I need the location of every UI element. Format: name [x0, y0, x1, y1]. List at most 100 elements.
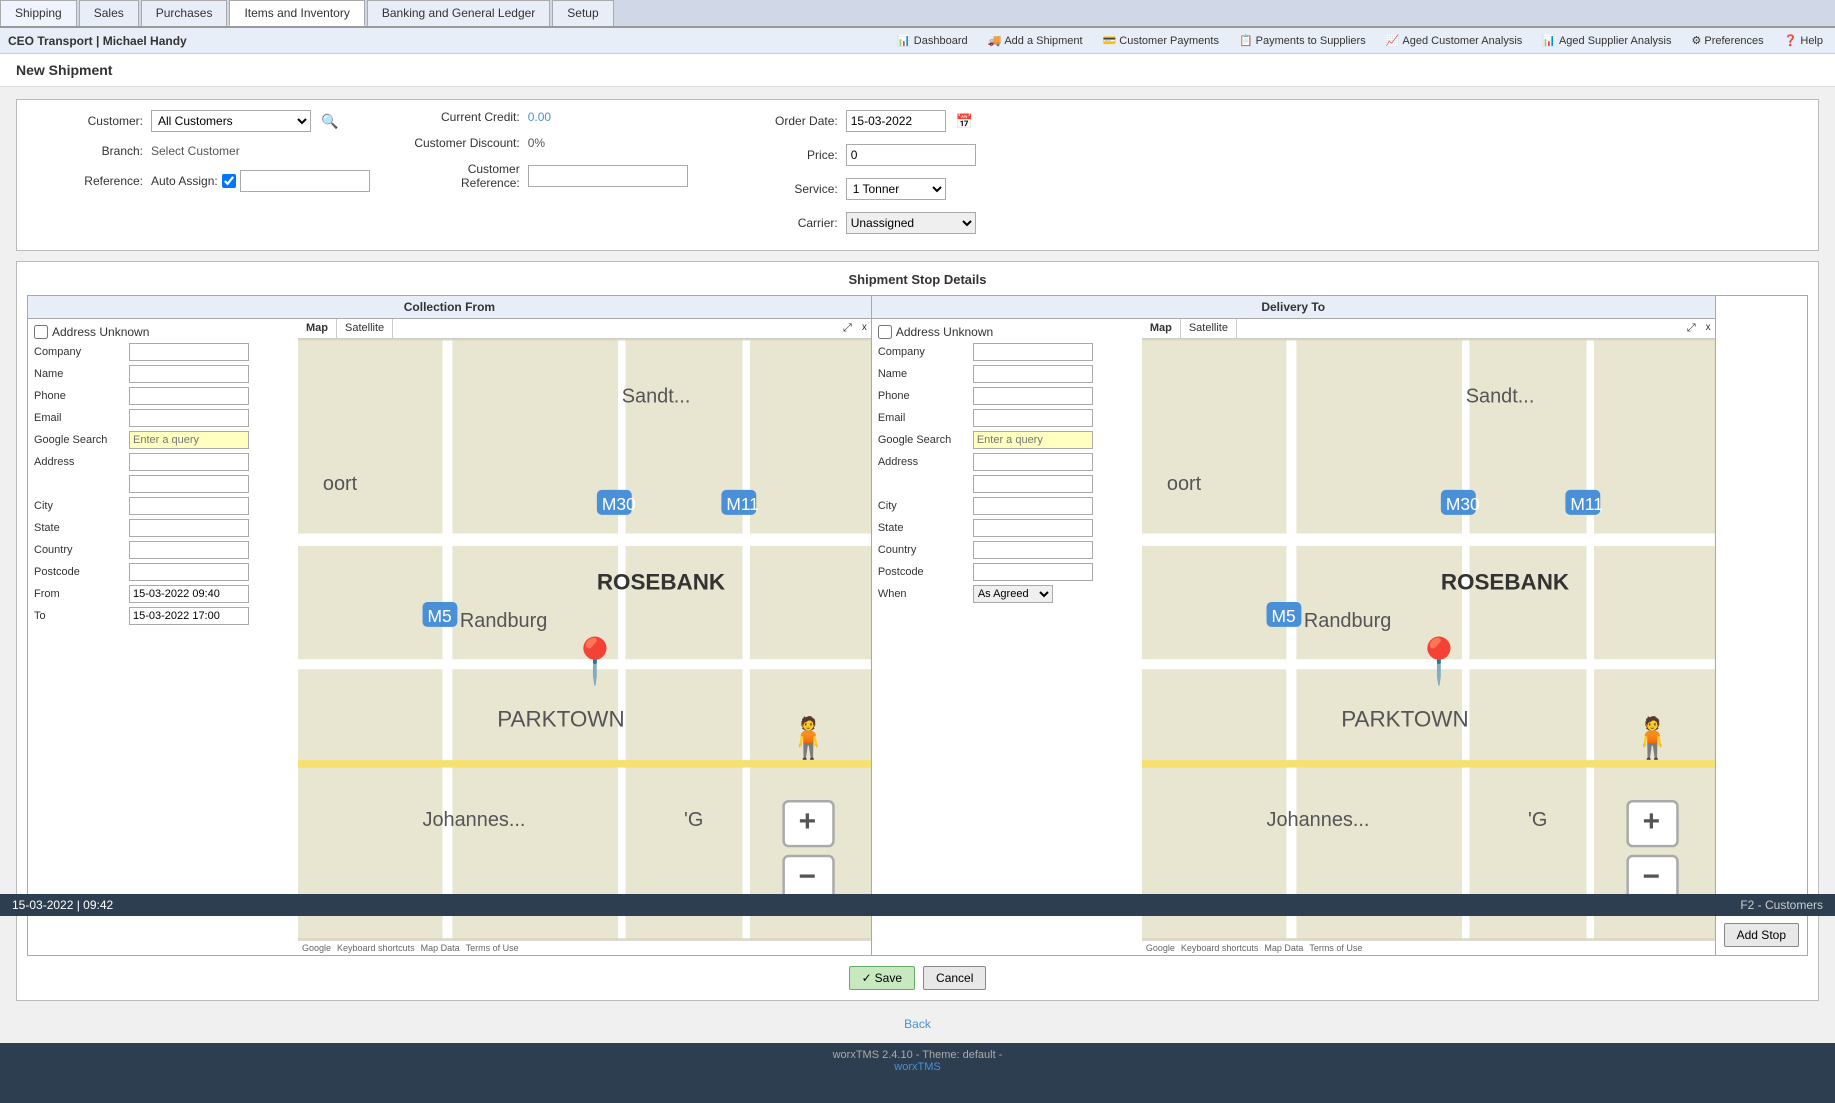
delivery-address-input[interactable]	[973, 453, 1093, 471]
svg-text:'G: 'G	[1528, 809, 1547, 831]
collection-phone-label: Phone	[34, 390, 129, 402]
collection-to-input[interactable]	[129, 607, 249, 625]
delivery-state-input[interactable]	[973, 519, 1093, 537]
customer-reference-input[interactable]	[528, 165, 688, 187]
collection-keyboard-shortcuts[interactable]: Keyboard shortcuts	[337, 943, 415, 953]
collection-postcode-label: Postcode	[34, 566, 129, 578]
nav-add-shipment[interactable]: 🚚 Add a Shipment	[984, 32, 1087, 49]
nav-preferences[interactable]: ⚙ Preferences	[1687, 32, 1767, 49]
delivery-when-row: When As Agreed Morning Afternoon Evening	[878, 585, 1136, 603]
customer-reference-row: Customer Reference:	[410, 162, 688, 190]
collection-name-input[interactable]	[129, 365, 249, 383]
delivery-fields: Address Unknown Company Name Phone	[872, 319, 1142, 955]
delivery-map-area: oort Sandt... ROSEBANK Randburg PARKTOWN…	[1142, 339, 1715, 940]
nav-dashboard[interactable]: 📊 Dashboard	[893, 32, 972, 49]
current-credit-row: Current Credit: 0.00	[410, 110, 688, 124]
collection-city-input[interactable]	[129, 497, 249, 515]
delivery-name-input[interactable]	[973, 365, 1093, 383]
save-label: Save	[875, 971, 902, 985]
tab-banking[interactable]: Banking and General Ledger	[367, 0, 550, 26]
customer-search-icon[interactable]: 🔍	[321, 113, 338, 130]
collection-address-row: Address	[34, 453, 292, 471]
delivery-map-expand[interactable]: ⤢	[1681, 319, 1702, 338]
add-stop-button[interactable]: Add Stop	[1724, 923, 1799, 947]
delivery-header: Delivery To	[872, 296, 1715, 319]
delivery-country-input[interactable]	[973, 541, 1093, 559]
calendar-icon[interactable]: 📅	[956, 113, 973, 130]
delivery-map-x: x	[1702, 319, 1715, 338]
delivery-city-input[interactable]	[973, 497, 1093, 515]
nav-payments-suppliers-label: Payments to Suppliers	[1256, 35, 1366, 47]
collection-country-input[interactable]	[129, 541, 249, 559]
collection-email-input[interactable]	[129, 409, 249, 427]
tab-shipping[interactable]: Shipping	[0, 0, 77, 26]
svg-text:🧍: 🧍	[1627, 714, 1677, 760]
delivery-country-label: Country	[878, 544, 973, 556]
delivery-col: Delivery To Address Unknown Company	[872, 296, 1716, 955]
form-col-2: Current Credit: 0.00 Customer Discount: …	[410, 110, 688, 240]
order-date-input[interactable]	[846, 110, 946, 132]
customer-select[interactable]: All Customers	[151, 110, 311, 132]
service-row: Service: 1 Tonner 2 Tonner 3 Tonner	[728, 178, 976, 200]
delivery-address-unknown-checkbox[interactable]	[878, 325, 892, 339]
delivery-address2-input[interactable]	[973, 475, 1093, 493]
delivery-company-input[interactable]	[973, 343, 1093, 361]
tab-items-inventory[interactable]: Items and Inventory	[229, 0, 364, 26]
nav-aged-supplier[interactable]: 📊 Aged Supplier Analysis	[1538, 32, 1675, 49]
nav-customer-payments[interactable]: 💳 Customer Payments	[1099, 32, 1223, 49]
collection-google-input[interactable]	[129, 431, 249, 449]
price-input[interactable]	[846, 144, 976, 166]
collection-name-label: Name	[34, 368, 129, 380]
collection-state-input[interactable]	[129, 519, 249, 537]
collection-google-label: Google Search	[34, 434, 129, 446]
delivery-terms[interactable]: Terms of Use	[1309, 943, 1362, 953]
collection-body: Address Unknown Company Name Phone	[28, 319, 871, 955]
collection-address-unknown-checkbox[interactable]	[34, 325, 48, 339]
delivery-phone-input[interactable]	[973, 387, 1093, 405]
collection-phone-row: Phone	[34, 387, 292, 405]
customer-label: Customer:	[33, 114, 143, 128]
cancel-button[interactable]: Cancel	[923, 966, 986, 990]
delivery-email-input[interactable]	[973, 409, 1093, 427]
service-select[interactable]: 1 Tonner 2 Tonner 3 Tonner	[846, 178, 946, 200]
delivery-satellite-tab[interactable]: Satellite	[1181, 319, 1237, 338]
order-date-label: Order Date:	[728, 114, 838, 128]
tab-purchases[interactable]: Purchases	[141, 0, 228, 26]
delivery-address-label: Address	[878, 456, 973, 468]
footer-link[interactable]: worxTMS	[894, 1061, 940, 1073]
delivery-postcode-input[interactable]	[973, 563, 1093, 581]
tab-bar: Shipping Sales Purchases Items and Inven…	[0, 0, 1835, 28]
address-unknown-label-del: Address Unknown	[896, 325, 993, 339]
company-title: CEO Transport | Michael Handy	[8, 34, 187, 48]
collection-from-input[interactable]	[129, 585, 249, 603]
collection-terms[interactable]: Terms of Use	[466, 943, 519, 953]
collection-city-label: City	[34, 500, 129, 512]
delivery-keyboard-shortcuts[interactable]: Keyboard shortcuts	[1181, 943, 1259, 953]
collection-address2-input[interactable]	[129, 475, 249, 493]
delivery-state-label: State	[878, 522, 973, 534]
nav-help[interactable]: ❓ Help	[1780, 32, 1827, 49]
svg-text:Johannes...: Johannes...	[423, 809, 526, 831]
delivery-when-select[interactable]: As Agreed Morning Afternoon Evening	[973, 585, 1053, 603]
save-button[interactable]: ✓ Save	[849, 966, 915, 990]
collection-map-expand[interactable]: ⤢	[837, 319, 858, 338]
nav-dashboard-label: Dashboard	[914, 35, 968, 47]
auto-assign-checkbox[interactable]	[222, 174, 236, 188]
collection-company-input[interactable]	[129, 343, 249, 361]
nav-payments-suppliers[interactable]: 📋 Payments to Suppliers	[1235, 32, 1370, 49]
collection-map-tab[interactable]: Map	[298, 319, 337, 338]
collection-phone-input[interactable]	[129, 387, 249, 405]
back-link[interactable]: Back	[904, 1017, 931, 1031]
delivery-map-tab[interactable]: Map	[1142, 319, 1181, 338]
nav-aged-customer[interactable]: 📈 Aged Customer Analysis	[1382, 32, 1527, 49]
collection-satellite-tab[interactable]: Satellite	[337, 319, 393, 338]
reference-input[interactable]	[240, 170, 370, 192]
delivery-map-data: Map Data	[1264, 943, 1303, 953]
collection-address-input[interactable]	[129, 453, 249, 471]
tab-setup[interactable]: Setup	[552, 0, 613, 26]
collection-postcode-input[interactable]	[129, 563, 249, 581]
page-title: New Shipment	[0, 54, 1835, 87]
tab-sales[interactable]: Sales	[79, 0, 139, 26]
carrier-select[interactable]: Unassigned Driver 1 Driver 2	[846, 212, 976, 234]
delivery-google-input[interactable]	[973, 431, 1093, 449]
